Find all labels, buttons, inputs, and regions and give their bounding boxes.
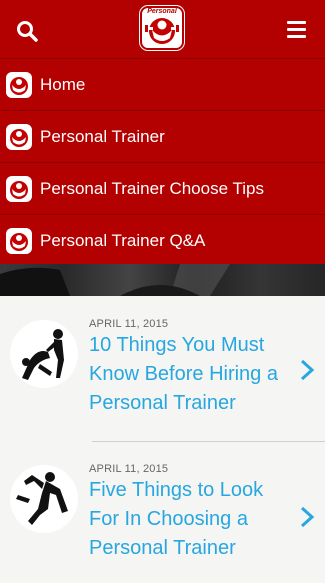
menu-bar — [287, 35, 306, 38]
nav-item-qa[interactable]: Personal Trainer Q&A — [0, 215, 325, 266]
hamburger-menu-icon[interactable] — [287, 21, 306, 39]
hero-image — [0, 264, 325, 296]
post-title-link[interactable]: Five Things to Look For In Choosing a Pe… — [89, 476, 289, 563]
logo[interactable]: Personal — [139, 5, 185, 51]
nav-item-label: Personal Trainer Q&A — [40, 230, 206, 250]
nav-item-personal-trainer[interactable]: Personal Trainer — [0, 111, 325, 163]
post-thumbnail — [10, 320, 78, 388]
post-date: APRIL 11, 2015 — [89, 318, 169, 330]
nav-item-label: Personal Trainer — [40, 126, 165, 146]
logo-icon — [6, 227, 32, 254]
search-icon[interactable] — [16, 20, 38, 42]
nav-menu: Home Personal Trainer Personal Trainer C… — [0, 58, 325, 265]
chevron-right-icon[interactable] — [298, 505, 316, 529]
divider — [92, 441, 325, 442]
post-card[interactable]: APRIL 11, 2015 Five Things to Look For I… — [0, 455, 325, 575]
menu-bar — [287, 28, 306, 31]
logo-icon — [6, 71, 32, 98]
post-date: APRIL 11, 2015 — [89, 463, 169, 475]
nav-item-label: Personal Trainer Choose Tips — [40, 178, 264, 198]
chevron-right-icon[interactable] — [298, 358, 316, 382]
post-thumbnail — [10, 465, 78, 533]
post-card[interactable]: APRIL 11, 2015 10 Things You Must Know B… — [0, 310, 325, 430]
app-header: Personal — [0, 0, 325, 60]
logo-text: Personal — [147, 8, 177, 15]
logo-icon — [6, 123, 32, 150]
nav-item-home[interactable]: Home — [0, 59, 325, 111]
menu-bar — [287, 21, 306, 24]
post-title-link[interactable]: 10 Things You Must Know Before Hiring a … — [89, 331, 289, 418]
logo-icon — [6, 175, 32, 202]
nav-item-label: Home — [40, 74, 86, 94]
nav-item-choose-tips[interactable]: Personal Trainer Choose Tips — [0, 163, 325, 215]
